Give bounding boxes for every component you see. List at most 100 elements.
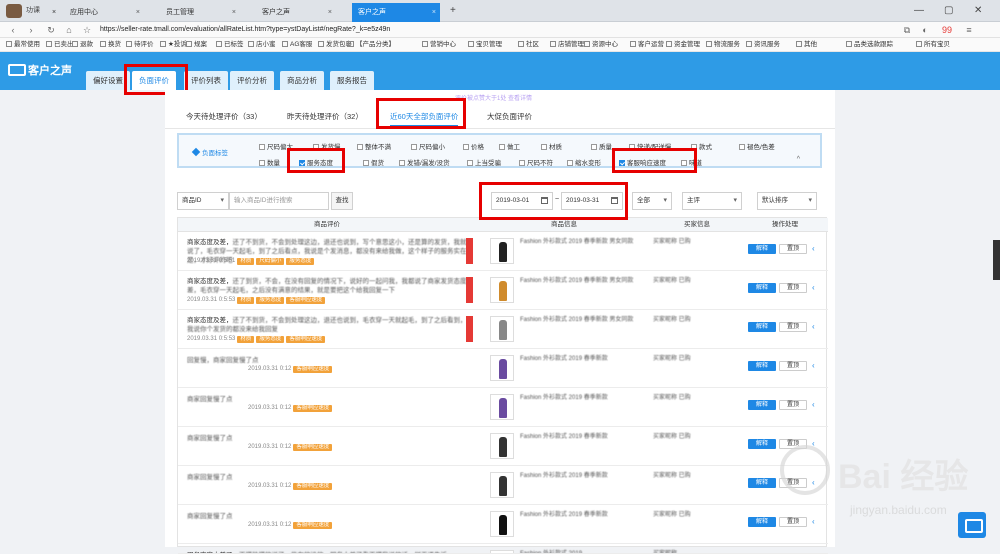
window-close-icon[interactable]: ✕ (974, 2, 982, 20)
browser-tab-staff[interactable]: 员工管理 × (160, 3, 240, 22)
dispute-button[interactable]: 置顶 (779, 361, 807, 371)
notification-count[interactable]: 99 (940, 24, 954, 36)
product-id-select[interactable]: 商品ID ▾ (177, 192, 229, 210)
bookmark-item[interactable]: 已标签 (216, 40, 244, 50)
new-tab-icon[interactable]: + (450, 2, 456, 20)
tag-checkbox[interactable]: 尺码不符 (519, 157, 553, 167)
bookmark-item[interactable]: 已卖出 (46, 40, 74, 50)
reply-button[interactable]: 解释 (748, 322, 776, 332)
minimize-icon[interactable]: — (914, 2, 924, 20)
product-search-input[interactable]: 输入商品ID进行搜索 (229, 192, 329, 210)
chevron-left-icon[interactable]: ‹ (812, 322, 815, 331)
bookmark-item[interactable]: 【产品分类】 (348, 40, 395, 50)
tag-checkbox[interactable]: 价格 (463, 141, 484, 151)
tag-checkbox[interactable]: 假货 (363, 157, 384, 167)
product-thumbnail[interactable] (490, 316, 514, 342)
browser-tab-voice[interactable]: 客户之声 × (256, 3, 336, 22)
tag-checkbox[interactable]: 质量 (591, 141, 612, 151)
bookmark-item[interactable]: 换货 (100, 40, 121, 50)
product-thumbnail[interactable] (490, 511, 514, 537)
bookmark-item[interactable]: 所有宝贝 (916, 40, 950, 50)
bookmark-item[interactable]: 社区 (518, 40, 539, 50)
bookmark-item[interactable]: 物流服务 (706, 40, 740, 50)
tag-checkbox[interactable]: 整体不满 (357, 141, 391, 151)
tag-checkbox[interactable]: 上当受骗 (467, 157, 501, 167)
reply-button[interactable]: 解释 (748, 517, 776, 527)
chat-icon[interactable] (958, 512, 986, 538)
subtab-promotion[interactable]: 大促负面评价 (487, 111, 532, 122)
reply-button[interactable]: 解释 (748, 478, 776, 488)
reply-button[interactable]: 解释 (748, 244, 776, 254)
close-icon[interactable]: × (432, 3, 436, 22)
subtab-yesterday[interactable]: 昨天待处理评价（32） (287, 111, 363, 122)
product-info[interactable]: Fashion 外衫款式 2019 春季新款 (520, 511, 650, 519)
product-thumbnail[interactable] (490, 394, 514, 420)
subtab-today[interactable]: 今天待处理评价（33） (186, 111, 262, 122)
dispute-button[interactable]: 置顶 (779, 283, 807, 293)
tag-checkbox[interactable]: 尺码偏大 (259, 141, 293, 151)
search-button[interactable]: 查找 (331, 192, 353, 210)
bookmark-item[interactable]: 品类选款跟踪 (846, 40, 893, 50)
collapse-icon[interactable]: ^ (797, 156, 800, 163)
tag-checkbox[interactable]: 快递/配送慢 (629, 141, 671, 151)
tab-review-list[interactable]: 评价列表 (184, 71, 228, 90)
dispute-button[interactable]: 置顶 (779, 322, 807, 332)
close-icon[interactable]: × (136, 3, 140, 22)
close-icon[interactable]: × (328, 3, 332, 22)
bookmark-item[interactable]: 资讯服务 (746, 40, 780, 50)
favorite-icon[interactable]: ☆ (80, 24, 94, 36)
bookmark-item[interactable]: 其他 (796, 40, 817, 50)
forward-icon[interactable]: › (24, 24, 38, 36)
close-icon[interactable]: × (232, 3, 236, 22)
tab-negative-reviews[interactable]: 负面评价 (132, 71, 176, 90)
product-info[interactable]: Fashion 外衫款式 2019 春季新款 男女同款 (520, 277, 650, 285)
tag-checkbox[interactable]: 客服响应速度 (619, 157, 666, 167)
tag-checkbox[interactable]: 发货慢 (313, 141, 341, 151)
tag-checkbox[interactable]: 尺码偏小 (411, 141, 445, 151)
bookmark-item[interactable]: 待评价 (126, 40, 154, 50)
url-field[interactable]: https://seller-rate.tmall.com/evaluation… (100, 24, 720, 36)
review-type-select[interactable]: 主评 ▾ (682, 192, 742, 210)
tag-checkbox[interactable]: 缩水变形 (567, 157, 601, 167)
tag-checkbox[interactable]: 褪色/色差 (739, 141, 775, 151)
bookmark-item[interactable]: 店小蜜 (248, 40, 276, 50)
bookmark-item[interactable]: 宝贝管理 (468, 40, 502, 50)
browser-tab-voice-active[interactable]: 客户之声 × (352, 3, 440, 22)
bookmark-item[interactable]: 资源中心 (584, 40, 618, 50)
bookmark-item[interactable]: 发货包裹 (318, 40, 352, 50)
product-thumbnail[interactable] (490, 355, 514, 381)
product-thumbnail[interactable] (490, 277, 514, 303)
bookmark-item[interactable]: 资金管理 (666, 40, 700, 50)
reply-button[interactable]: 解释 (748, 283, 776, 293)
end-date-field[interactable]: 2019-03-31 (561, 192, 623, 210)
tag-checkbox[interactable]: 发错/漏发/没货 (399, 157, 450, 167)
dispute-button[interactable]: 置顶 (779, 244, 807, 254)
product-thumbnail[interactable] (490, 433, 514, 459)
product-info[interactable]: Fashion 外衫款式 2019 春季新款 (520, 433, 650, 441)
product-info[interactable]: Fashion 外衫款式 2019 春季新款 (520, 472, 650, 480)
home-icon[interactable]: ⌂ (62, 24, 76, 36)
bookmark-item[interactable]: AG客服 (282, 40, 312, 50)
reply-button[interactable]: 解释 (748, 439, 776, 449)
browser-tab-app-center[interactable]: 应用中心 × (64, 3, 144, 22)
bookmark-item[interactable]: 客户运营 (630, 40, 664, 50)
tag-checkbox[interactable]: 做工 (499, 141, 520, 151)
settings-icon[interactable]: ≡ (962, 24, 976, 36)
product-thumbnail[interactable] (490, 472, 514, 498)
bookmark-item[interactable]: 营销中心 (422, 40, 456, 50)
shield-icon[interactable]: ◐ (918, 24, 932, 36)
chevron-left-icon[interactable]: ‹ (812, 283, 815, 292)
tag-checkbox[interactable]: 数量 (259, 157, 280, 167)
bookmark-item[interactable]: 退款 (72, 40, 93, 50)
page-scrollbar[interactable] (993, 240, 1000, 280)
tag-checkbox[interactable]: 味道 (681, 157, 702, 167)
profile-avatar[interactable] (6, 4, 22, 18)
product-info[interactable]: Fashion 外衫款式 2019 春季新款 男女同款 (520, 316, 650, 324)
maximize-icon[interactable]: ▢ (944, 2, 953, 20)
tag-checkbox[interactable]: 款式 (691, 141, 712, 151)
back-icon[interactable]: ‹ (6, 24, 20, 36)
dispute-button[interactable]: 置顶 (779, 400, 807, 410)
chevron-left-icon[interactable]: ‹ (812, 400, 815, 409)
start-date-field[interactable]: 2019-03-01 (491, 192, 553, 210)
product-thumbnail[interactable] (490, 238, 514, 264)
